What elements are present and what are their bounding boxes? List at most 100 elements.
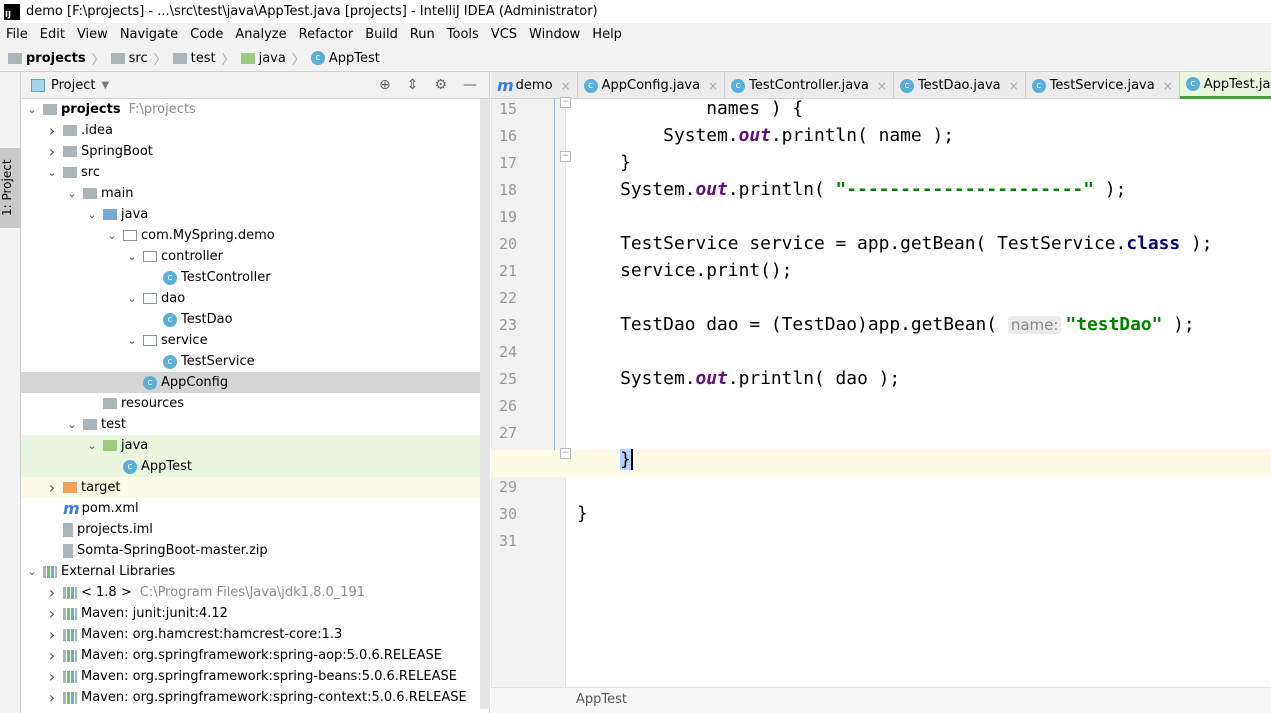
editor-breadcrumb[interactable]: AppTest <box>491 687 1271 713</box>
tree-item[interactable]: c TestService <box>21 351 490 372</box>
tab-demo[interactable]: m demo × <box>491 72 578 99</box>
chevron-right-icon[interactable]: › <box>45 121 59 140</box>
code-line[interactable]: TestDao dao = (TestDao)app.getBean( name… <box>566 315 1271 342</box>
locate-icon[interactable]: ⊕ <box>379 77 391 93</box>
close-icon[interactable]: × <box>877 79 887 93</box>
menu-tools[interactable]: Tools <box>441 27 485 42</box>
fold-marker-icon[interactable]: − <box>560 151 571 162</box>
menu-run[interactable]: Run <box>404 27 441 42</box>
close-icon[interactable]: × <box>708 79 718 93</box>
gear-icon[interactable]: ⚙ <box>434 77 447 93</box>
tree-item[interactable]: › Maven: org.springframework:spring-aop:5… <box>21 645 490 666</box>
code-line[interactable]: System.out.println( name ); <box>566 126 1271 153</box>
breadcrumb-test[interactable]: test 〉 <box>172 49 235 68</box>
tree-item[interactable]: Somta-SpringBoot-master.zip <box>21 540 490 561</box>
tree-item[interactable]: c AppTest <box>21 456 490 477</box>
hide-icon[interactable]: — <box>463 77 477 93</box>
tab-AppConfig.java[interactable]: c AppConfig.java × <box>578 72 726 99</box>
menu-window[interactable]: Window <box>523 27 586 42</box>
chevron-down-icon[interactable]: ⌄ <box>25 565 39 578</box>
tree-item[interactable]: ⌄ test <box>21 414 490 435</box>
chevron-right-icon[interactable]: › <box>45 583 59 602</box>
tree-item[interactable]: › SpringBoot <box>21 141 490 162</box>
tree-item[interactable]: m pom.xml <box>21 498 490 519</box>
tree-item[interactable]: ⌄ main <box>21 183 490 204</box>
breadcrumb-AppTest[interactable]: c AppTest <box>310 51 380 66</box>
tab-TestService.java[interactable]: c TestService.java × <box>1026 72 1180 99</box>
chevron-down-icon[interactable]: ⌄ <box>125 334 139 347</box>
code-line[interactable] <box>566 531 1271 558</box>
menu-edit[interactable]: Edit <box>34 27 71 42</box>
tree-item[interactable]: ⌄ projects F:\projects <box>21 99 490 120</box>
tree-item[interactable]: › Maven: org.hamcrest:hamcrest-core:1.3 <box>21 624 490 645</box>
fold-marker-icon[interactable]: − <box>560 97 571 108</box>
chevron-down-icon[interactable]: ⌄ <box>85 439 99 452</box>
tree-item[interactable]: › .idea <box>21 120 490 141</box>
tree-item[interactable]: ⌄ com.MySpring.demo <box>21 225 490 246</box>
close-icon[interactable]: × <box>1009 79 1019 93</box>
code-line[interactable]: names ) { <box>566 99 1271 126</box>
chevron-down-icon[interactable]: ⌄ <box>85 208 99 221</box>
menu-vcs[interactable]: VCS <box>485 27 523 42</box>
code-line[interactable] <box>566 423 1271 450</box>
code-line[interactable]: service.print(); <box>566 261 1271 288</box>
tree-item[interactable]: ⌄ service <box>21 330 490 351</box>
tree-item[interactable]: ⌄ java <box>21 204 490 225</box>
tree-scrollbar[interactable] <box>480 99 490 709</box>
tree-item[interactable]: ⌄ java <box>21 435 490 456</box>
chevron-right-icon[interactable]: › <box>45 142 59 161</box>
tree-item[interactable]: c TestDao <box>21 309 490 330</box>
tree-item[interactable]: c TestController <box>21 267 490 288</box>
menu-refactor[interactable]: Refactor <box>293 27 360 42</box>
menu-view[interactable]: View <box>71 27 114 42</box>
menu-help[interactable]: Help <box>586 27 628 42</box>
chevron-down-icon[interactable]: ⌄ <box>125 292 139 305</box>
chevron-right-icon[interactable]: › <box>45 478 59 497</box>
chevron-down-icon[interactable]: ⌄ <box>105 229 119 242</box>
code-line[interactable] <box>566 477 1271 504</box>
chevron-down-icon[interactable]: ▼ <box>101 80 109 91</box>
tree-item[interactable]: projects.iml <box>21 519 490 540</box>
chevron-right-icon[interactable]: › <box>45 667 59 686</box>
chevron-down-icon[interactable]: ⌄ <box>65 187 79 200</box>
code-line[interactable] <box>566 288 1271 315</box>
code-line[interactable] <box>566 342 1271 369</box>
chevron-down-icon[interactable]: ⌄ <box>65 418 79 431</box>
breadcrumb-projects[interactable]: projects 〉 <box>8 49 105 68</box>
tree-item[interactable]: › Maven: org.springframework:spring-beans… <box>21 666 490 687</box>
tree-item[interactable]: › < 1.8 > C:\Program Files\Java\jdk1.8.0_1… <box>21 582 490 603</box>
chevron-right-icon[interactable]: › <box>45 604 59 623</box>
close-icon[interactable]: × <box>1163 79 1173 93</box>
chevron-down-icon[interactable]: ⌄ <box>45 166 59 179</box>
breadcrumb-src[interactable]: src 〉 <box>110 49 167 68</box>
code-line[interactable]: System.out.println( "-------------------… <box>566 180 1271 207</box>
tree-item[interactable]: ⌄ src <box>21 162 490 183</box>
project-view-selector[interactable]: Project <box>51 78 95 93</box>
chevron-right-icon[interactable]: › <box>45 625 59 644</box>
project-tool-button[interactable]: 1: Project <box>0 148 21 228</box>
menu-code[interactable]: Code <box>184 27 229 42</box>
tree-item[interactable]: › Maven: junit:junit:4.12 <box>21 603 490 624</box>
code-line[interactable] <box>566 207 1271 234</box>
tree-item[interactable]: resources <box>21 393 490 414</box>
fold-marker-icon[interactable]: − <box>560 448 571 459</box>
menu-file[interactable]: File <box>0 27 34 42</box>
collapse-all-icon[interactable]: ⇕ <box>407 77 419 93</box>
menu-analyze[interactable]: Analyze <box>229 27 292 42</box>
tree-item[interactable]: ⌄ controller <box>21 246 490 267</box>
tree-item[interactable]: › target <box>21 477 490 498</box>
tree-item[interactable]: ⌄ External Libraries <box>21 561 490 582</box>
menu-build[interactable]: Build <box>359 27 404 42</box>
tab-TestController.java[interactable]: c TestController.java × <box>725 72 894 99</box>
code-line[interactable]: System.out.println( dao ); <box>566 369 1271 396</box>
code-line[interactable]: TestService service = app.getBean( TestS… <box>566 234 1271 261</box>
chevron-right-icon[interactable]: › <box>45 688 59 707</box>
chevron-down-icon[interactable]: ⌄ <box>25 103 39 116</box>
code-line[interactable]: } <box>491 449 1271 477</box>
tab-AppTest.java[interactable]: cAppTest.java× <box>1179 72 1271 99</box>
chevron-right-icon[interactable]: › <box>45 646 59 665</box>
tree-item[interactable]: ⌄ dao <box>21 288 490 309</box>
tab-TestDao.java[interactable]: c TestDao.java × <box>894 72 1026 99</box>
code-line[interactable]: } <box>566 504 1271 531</box>
tree-item[interactable]: › Maven: org.springframework:spring-conte… <box>21 687 490 708</box>
